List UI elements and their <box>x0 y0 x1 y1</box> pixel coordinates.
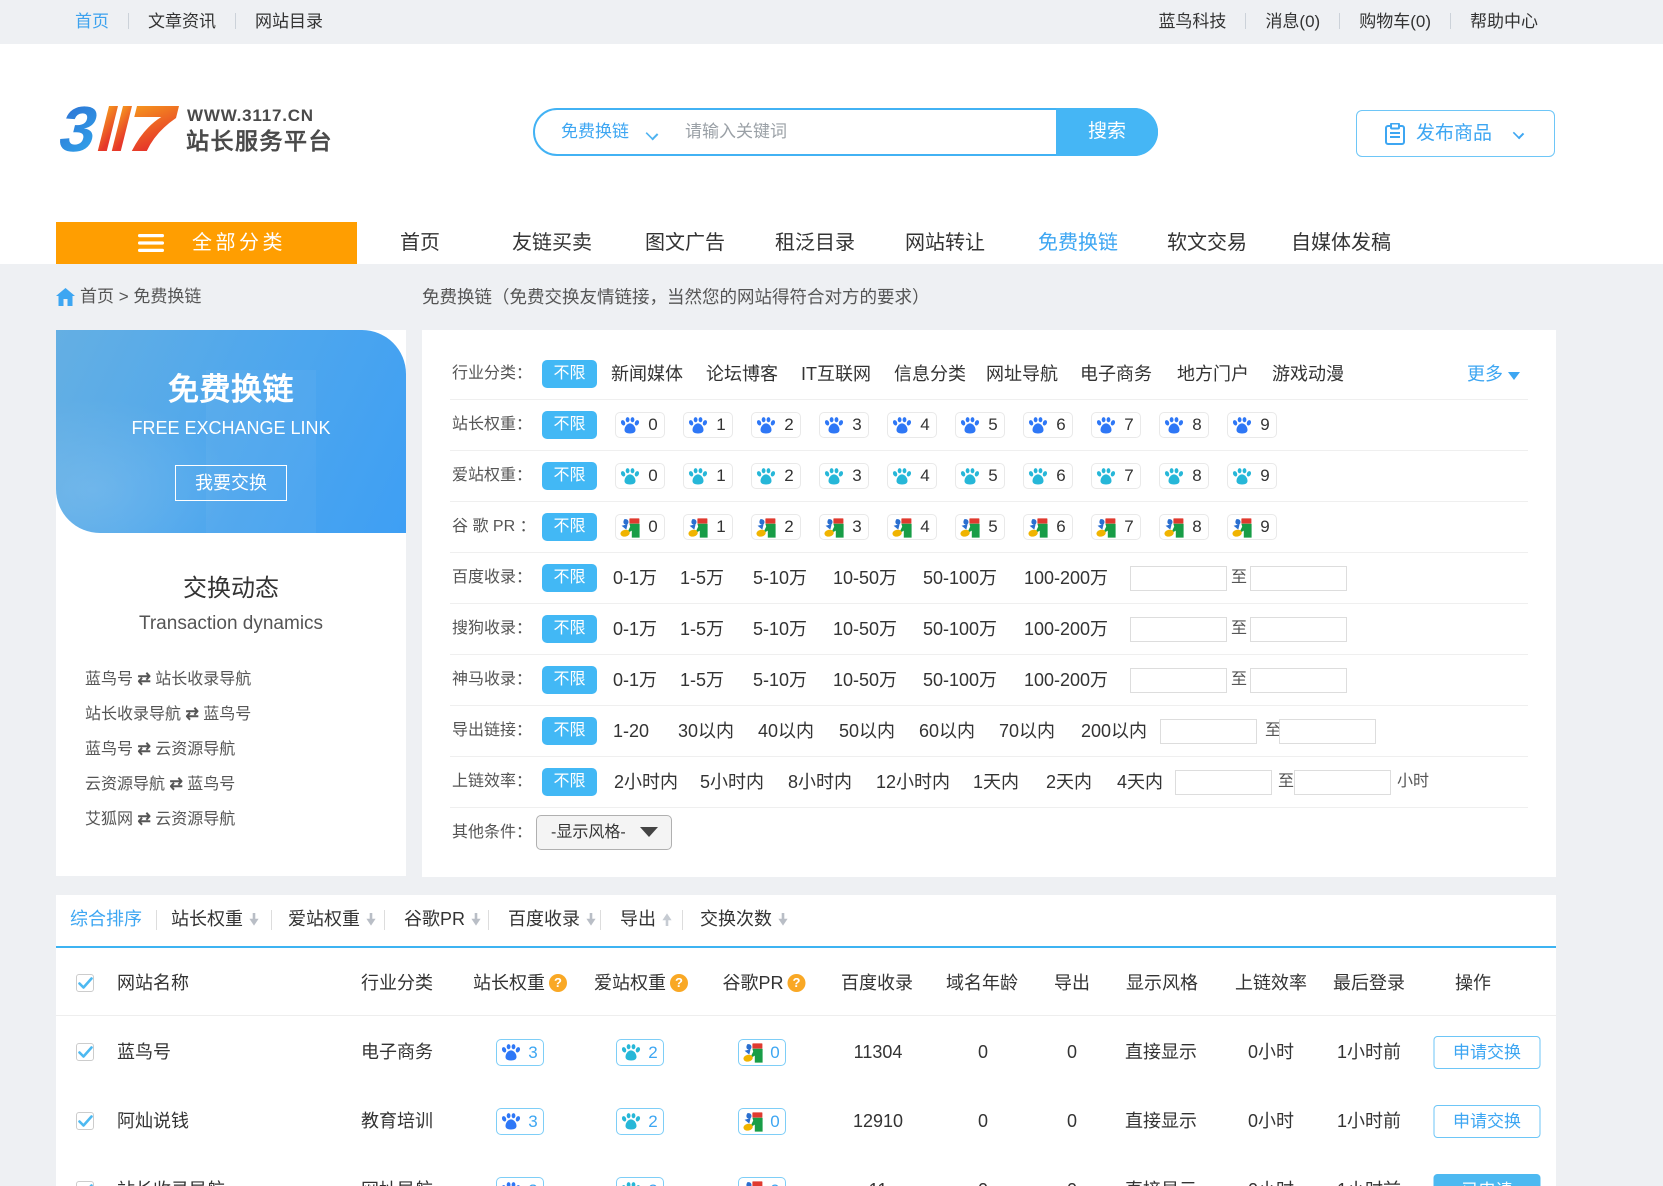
svg-text:站长服务平台: 站长服务平台 <box>186 128 333 154</box>
svg-text:WWW.3117.CN: WWW.3117.CN <box>187 106 314 125</box>
svg-text:3: 3 <box>56 98 106 156</box>
